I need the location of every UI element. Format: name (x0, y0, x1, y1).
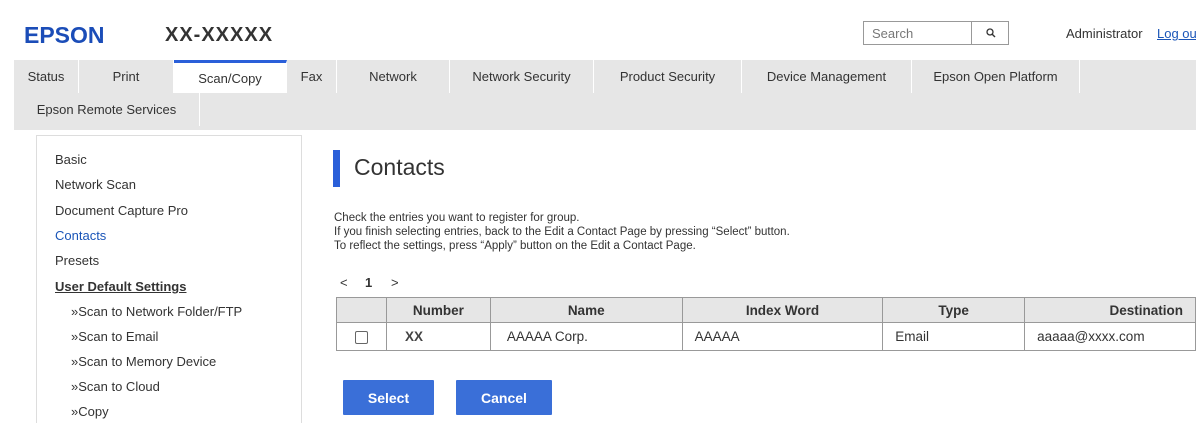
epson-logo: EPSON (24, 22, 105, 48)
logout-link[interactable]: Log out (1157, 26, 1196, 41)
tab-device-management[interactable]: Device Management (742, 60, 912, 93)
cell-number: XX (385, 322, 491, 351)
column-header-number: Number (385, 297, 491, 323)
sidebar-item-copy[interactable]: »Copy (71, 404, 109, 419)
tab-divider (14, 126, 1196, 130)
sidebar-item-document-capture-pro[interactable]: Document Capture Pro (55, 203, 188, 218)
description-line-1: Check the entries you want to register f… (334, 212, 580, 224)
sidebar-item-basic[interactable]: Basic (55, 152, 87, 167)
model-name: XX-XXXXX (165, 24, 274, 46)
search-input[interactable] (864, 22, 972, 44)
title-accent-bar (333, 150, 340, 187)
description-line-2: If you finish selecting entries, back to… (334, 226, 790, 238)
tab-fax[interactable]: Fax (287, 60, 337, 93)
cell-name: AAAAA Corp. (489, 322, 683, 351)
pager-next-link[interactable]: > (391, 275, 399, 290)
select-button[interactable]: Select (343, 380, 434, 415)
sidebar-item-scan-to-network-folder[interactable]: »Scan to Network Folder/FTP (71, 304, 242, 319)
tab-epson-open-platform[interactable]: Epson Open Platform (912, 60, 1080, 93)
column-header-name: Name (489, 297, 683, 323)
cell-index-word: AAAAA (681, 322, 884, 351)
description-line-3: To reflect the settings, press “Apply” b… (334, 240, 696, 252)
sidebar-item-user-default-settings[interactable]: User Default Settings (55, 279, 186, 294)
pager-prev-link[interactable]: < (340, 275, 348, 290)
main-tabs: Status Print Scan/Copy Fax Network Netwo… (14, 60, 1196, 126)
tab-network-security[interactable]: Network Security (450, 60, 594, 93)
tab-status[interactable]: Status (14, 60, 79, 93)
sidebar-item-scan-to-email[interactable]: »Scan to Email (71, 329, 158, 344)
table-header-row: Number Name Index Word Type Destination (336, 297, 1196, 323)
sidebar-item-scan-to-cloud[interactable]: »Scan to Cloud (71, 379, 160, 394)
search-button[interactable] (973, 22, 1009, 44)
user-label: Administrator (1066, 26, 1143, 41)
column-header-destination: Destination (1024, 297, 1196, 323)
cell-destination: aaaaa@xxxx.com (1024, 322, 1196, 351)
row-checkbox[interactable] (354, 330, 368, 344)
column-header-index-word: Index Word (681, 297, 884, 323)
tab-network[interactable]: Network (337, 60, 450, 93)
sidebar-item-presets[interactable]: Presets (55, 253, 99, 268)
tab-print[interactable]: Print (79, 60, 174, 93)
cell-type: Email (882, 322, 1026, 351)
page-title: Contacts (354, 154, 445, 180)
tab-product-security[interactable]: Product Security (594, 60, 742, 93)
search-box (863, 21, 1009, 45)
header: EPSON XX-XXXXX Administrator Log out (0, 0, 1196, 56)
contacts-table: Number Name Index Word Type Destination … (336, 297, 1196, 351)
sidebar-item-scan-to-memory-device[interactable]: »Scan to Memory Device (71, 354, 216, 369)
search-icon (986, 28, 996, 38)
tab-scan-copy[interactable]: Scan/Copy (174, 60, 287, 93)
tab-epson-remote-services[interactable]: Epson Remote Services (14, 93, 200, 126)
column-header-type: Type (882, 297, 1026, 323)
sidebar: Basic Network Scan Document Capture Pro … (36, 135, 302, 423)
sidebar-item-network-scan[interactable]: Network Scan (55, 177, 136, 192)
cancel-button[interactable]: Cancel (456, 380, 552, 415)
sidebar-item-contacts[interactable]: Contacts (55, 228, 106, 243)
table-row: XX AAAAA Corp. AAAAA Email aaaaa@xxxx.co… (336, 322, 1196, 351)
row-select-cell (336, 322, 387, 351)
pager-current-page: 1 (365, 275, 373, 290)
column-header-select (336, 297, 387, 323)
